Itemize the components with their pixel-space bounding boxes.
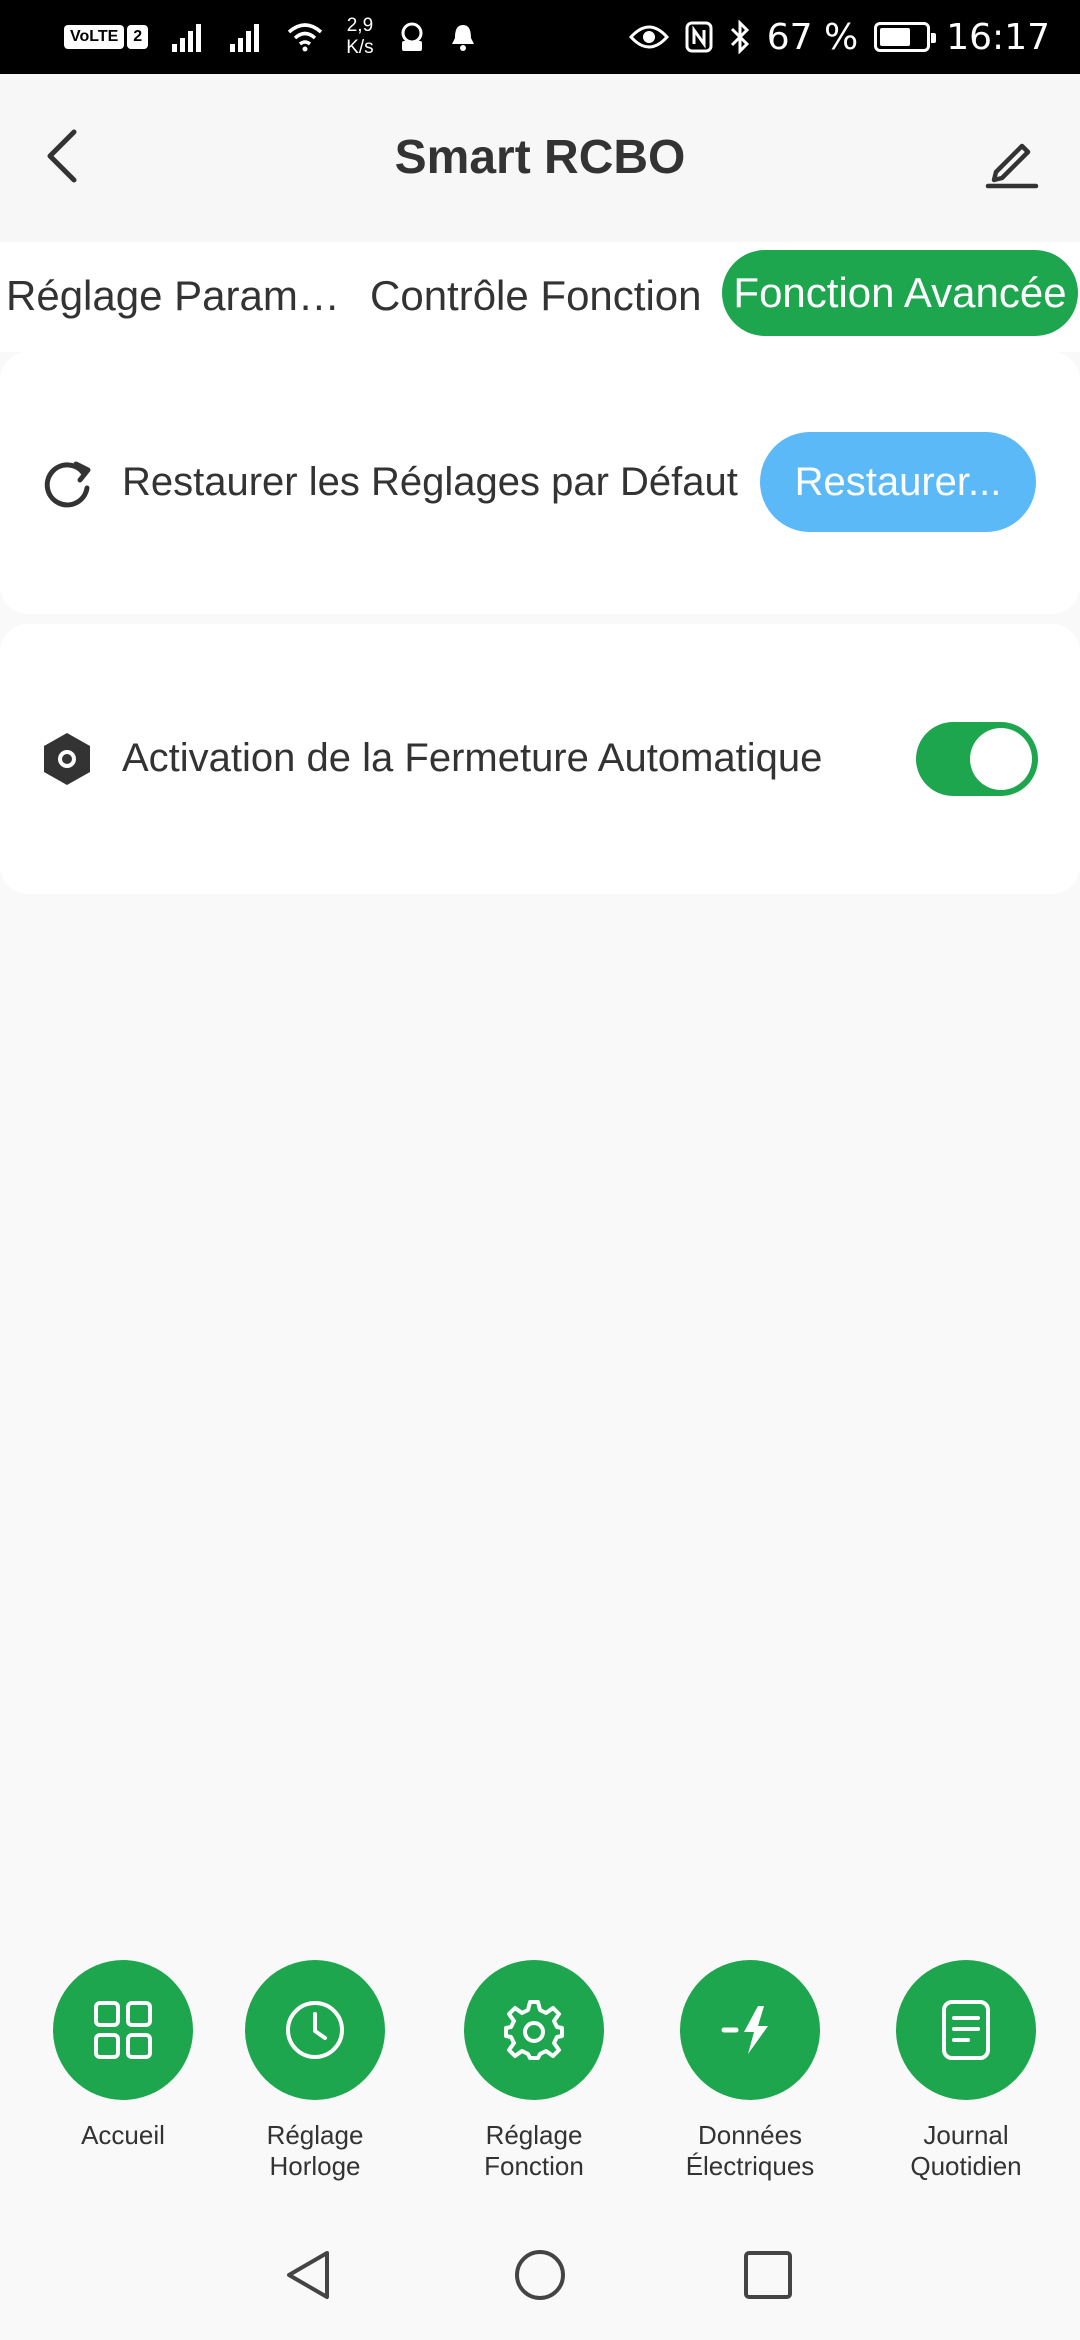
nav-reglage-horloge-button[interactable] (245, 1960, 385, 2100)
system-nav-bar (0, 2210, 1080, 2340)
tab-fonction-avancee[interactable]: Fonction Avancée (722, 250, 1078, 336)
refresh-icon (36, 452, 98, 514)
nav-reglage-fonction-button[interactable] (464, 1960, 604, 2100)
lightning-icon (721, 2006, 768, 2054)
network-speed: 2,9 K/s (346, 15, 373, 59)
nav-journal-quotidien-button[interactable] (896, 1960, 1036, 2100)
toggle-knob (970, 728, 1032, 790)
nav-reglage-horloge[interactable]: Réglage Horloge (215, 1960, 415, 2182)
triangle-back-icon (287, 2251, 329, 2299)
app-notification-icon (401, 22, 423, 51)
nav-accueil[interactable]: Accueil (23, 1960, 223, 2151)
clock-time: 16:17 (946, 16, 1050, 58)
system-home-button[interactable] (505, 2240, 575, 2310)
network-speed-value: 2,9 (346, 15, 374, 36)
signal-icon (172, 24, 202, 52)
nav-journal-quotidien-label: Journal Quotidien (910, 2120, 1022, 2181)
restore-defaults-card: Restaurer les Réglages par Défaut Restau… (0, 352, 1080, 614)
tab-controle-fonction[interactable]: Contrôle Fonction (370, 272, 702, 320)
grid-icon (94, 2001, 152, 2059)
circle-home-icon (515, 2250, 565, 2300)
nav-journal-quotidien[interactable]: Journal Quotidien (866, 1960, 1066, 2182)
page-title: Smart RCBO (394, 131, 686, 184)
nav-accueil-button[interactable] (53, 1960, 193, 2100)
nav-accueil-label: Accueil (81, 2120, 165, 2150)
nav-reglage-fonction-label: Réglage Fonction (484, 2120, 584, 2181)
volte-indicator: VoLTE 2 (64, 25, 149, 49)
battery-fill (880, 28, 910, 46)
nav-reglage-fonction[interactable]: Réglage Fonction (434, 1960, 634, 2182)
nav-donnees-electriques-button[interactable] (680, 1960, 820, 2100)
square-recents-icon (744, 2251, 792, 2299)
system-back-button[interactable] (274, 2240, 344, 2310)
auto-close-label: Activation de la Fermeture Automatique (122, 736, 823, 780)
auto-close-toggle[interactable] (916, 722, 1038, 796)
nav-donnees-electriques-label: Données Électriques (685, 2120, 815, 2181)
edit-button[interactable] (972, 122, 1052, 202)
hexagon-nut-icon (36, 728, 98, 790)
restore-defaults-label: Restaurer les Réglages par Défaut (122, 460, 738, 504)
volte-label: VoLTE (64, 25, 125, 49)
app-header: Smart RCBO (0, 74, 1080, 242)
status-bar: VoLTE 2 2,9 K/s 67 % 16:17 (0, 0, 1080, 74)
bell-icon (451, 25, 474, 51)
bottom-nav: Accueil Réglage Horloge Réglage Fonction… (0, 1960, 1080, 2200)
pencil-icon (985, 143, 1039, 189)
tab-reglage-parametres[interactable]: Réglage Paramètres (6, 272, 360, 320)
restore-button[interactable]: Restaurer... (760, 432, 1036, 532)
sim-number: 2 (127, 25, 149, 49)
gear-icon (504, 2000, 564, 2060)
status-left: VoLTE 2 2,9 K/s (64, 0, 476, 74)
document-icon (942, 2000, 990, 2060)
tab-bar: Réglage Paramètres Contrôle Fonction Fon… (0, 242, 1080, 352)
network-speed-unit: K/s (346, 37, 374, 58)
eye-icon (628, 25, 669, 49)
battery-icon (874, 22, 937, 52)
auto-close-card: Activation de la Fermeture Automatique (0, 624, 1080, 894)
nav-donnees-electriques[interactable]: Données Électriques (650, 1960, 850, 2182)
signal-icon-2 (230, 24, 260, 52)
bluetooth-icon (730, 20, 749, 54)
nav-reglage-horloge-label: Réglage Horloge (266, 2120, 364, 2181)
battery-percent: 67 % (766, 16, 859, 58)
wifi-icon (288, 23, 323, 52)
clock-icon (286, 2001, 344, 2059)
system-recents-button[interactable] (733, 2240, 803, 2310)
nfc-icon (685, 21, 713, 53)
status-right: 67 % 16:17 (628, 0, 1050, 74)
